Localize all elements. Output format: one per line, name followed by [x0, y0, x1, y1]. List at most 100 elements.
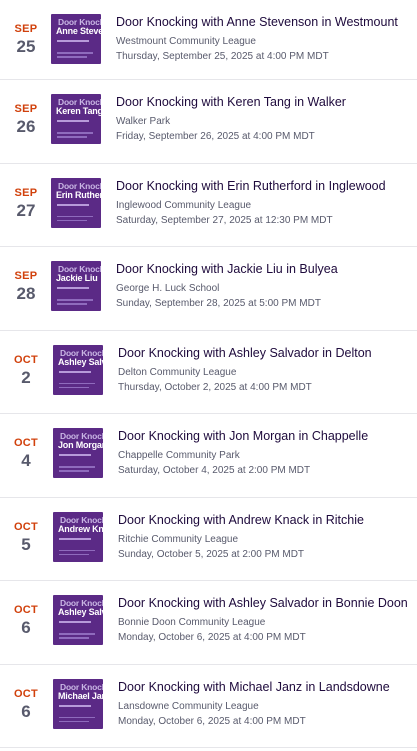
thumbnail-fine-print [59, 553, 89, 555]
event-thumbnail[interactable]: Door Knocking Keren Tang [51, 94, 101, 144]
event-venue: Inglewood Community League [116, 199, 252, 211]
thumbnail-fine-print [59, 720, 89, 722]
event-venue: George H. Luck School [116, 283, 220, 294]
event-card[interactable]: SEP 28 Door Knocking Jackie Liu Door Kno… [0, 247, 417, 331]
thumbnail-fine-print [59, 382, 95, 384]
event-card[interactable]: OCT 5 Door Knocking Andrew Knack Door Kn… [0, 498, 417, 581]
event-month: OCT [13, 353, 39, 366]
event-title[interactable]: Door Knocking with Jackie Liu in Bulyea [116, 261, 338, 277]
event-datetime: Thursday, October 2, 2025 at 4:00 PM MDT [118, 381, 312, 393]
event-date: SEP 27 [0, 164, 52, 221]
event-card[interactable]: SEP 27 Door Knocking Erin Rutherford Doo… [0, 164, 417, 247]
event-list: SEP 25 Door Knocking Anne Stevenson Door… [0, 0, 417, 748]
event-info: Door Knocking with Ashley Salvador in De… [118, 345, 372, 394]
event-thumbnail[interactable]: Door Knocking Ashley Salvador [53, 595, 103, 645]
thumbnail-name: Anne Stevenson [56, 26, 101, 36]
event-card[interactable]: SEP 25 Door Knocking Anne Stevenson Door… [0, 0, 417, 80]
event-date: SEP 26 [0, 80, 52, 137]
thumbnail-name: Erin Rutherford [56, 189, 101, 200]
thumbnail-name: Ashley Salvador [58, 356, 103, 367]
event-info: Door Knocking with Anne Stevenson in Wes… [116, 14, 398, 63]
event-month: SEP [14, 103, 38, 115]
thumbnail-accent-bar [57, 120, 89, 122]
event-day: 4 [21, 451, 31, 470]
event-day: 6 [21, 618, 31, 637]
event-info: Door Knocking with Ashley Salvador in Bo… [118, 595, 408, 644]
event-month: SEP [14, 270, 38, 282]
event-title[interactable]: Door Knocking with Keren Tang in Walker [116, 94, 346, 110]
event-day: 5 [21, 534, 31, 554]
event-card[interactable]: OCT 6 Door Knocking Ashley Salvador Door… [0, 581, 417, 665]
event-info: Door Knocking with Keren Tang in Walker … [116, 94, 346, 143]
thumbnail-fine-print [59, 633, 95, 635]
event-venue: Walker Park [116, 116, 171, 127]
event-datetime: Sunday, October 5, 2025 at 2:00 PM MDT [118, 548, 305, 560]
thumbnail-name: Andrew Knack [58, 523, 103, 534]
event-card[interactable]: OCT 2 Door Knocking Ashley Salvador Door… [0, 331, 417, 414]
event-thumbnail[interactable]: Door Knocking Anne Stevenson [51, 14, 101, 64]
event-day: 27 [16, 200, 36, 220]
event-datetime: Saturday, October 4, 2025 at 2:00 PM MDT [118, 465, 311, 476]
event-title[interactable]: Door Knocking with Erin Rutherford in In… [116, 178, 386, 194]
thumbnail-fine-print [59, 549, 95, 551]
event-info: Door Knocking with Andrew Knack in Ritch… [118, 512, 364, 561]
thumbnail-name: Michael Janz [58, 690, 103, 701]
event-venue: Ritchie Community League [118, 533, 239, 545]
event-month: OCT [13, 604, 39, 616]
event-thumbnail[interactable]: Door Knocking Erin Rutherford [51, 177, 101, 228]
thumbnail-fine-print [59, 386, 89, 388]
event-datetime: Monday, October 6, 2025 at 4:00 PM MDT [118, 715, 306, 727]
event-month: SEP [14, 186, 38, 199]
event-datetime: Sunday, September 28, 2025 at 5:00 PM MD… [116, 298, 321, 309]
event-month: OCT [13, 520, 39, 533]
thumbnail-name: Jackie Liu [56, 273, 98, 283]
event-month: OCT [13, 437, 39, 449]
thumbnail-accent-bar [59, 370, 91, 373]
thumbnail-accent-bar [57, 40, 89, 42]
thumbnail-accent-bar [59, 704, 91, 707]
event-datetime: Thursday, September 25, 2025 at 4:00 PM … [116, 51, 329, 62]
event-day: 26 [16, 117, 36, 136]
thumbnail-name: Jon Morgan [58, 440, 103, 450]
thumbnail-fine-print [59, 466, 95, 468]
event-date: OCT 4 [0, 414, 52, 471]
thumbnail-accent-bar [59, 537, 91, 540]
event-date: OCT 6 [0, 581, 52, 638]
thumbnail-name: Keren Tang [56, 106, 101, 116]
event-thumbnail[interactable]: Door Knocking Jon Morgan [53, 428, 103, 478]
thumbnail-fine-print [57, 299, 93, 301]
event-thumbnail[interactable]: Door Knocking Ashley Salvador [53, 344, 103, 395]
event-thumbnail[interactable]: Door Knocking Michael Janz [53, 678, 103, 729]
event-info: Door Knocking with Jon Morgan in Chappel… [118, 428, 368, 477]
thumbnail-fine-print [59, 637, 89, 639]
thumbnail-accent-bar [57, 287, 89, 289]
event-venue: Chappelle Community Park [118, 450, 240, 461]
event-title[interactable]: Door Knocking with Michael Janz in Lands… [118, 679, 390, 695]
event-title[interactable]: Door Knocking with Jon Morgan in Chappel… [118, 428, 368, 444]
event-venue: Delton Community League [118, 366, 237, 378]
event-card[interactable]: OCT 6 Door Knocking Michael Janz Door Kn… [0, 665, 417, 748]
event-thumbnail[interactable]: Door Knocking Jackie Liu [51, 261, 101, 311]
event-title[interactable]: Door Knocking with Ashley Salvador in Bo… [118, 595, 408, 611]
event-title[interactable]: Door Knocking with Ashley Salvador in De… [118, 345, 372, 361]
event-datetime: Saturday, September 27, 2025 at 12:30 PM… [116, 214, 333, 226]
thumbnail-fine-print [57, 303, 87, 305]
thumbnail-name: Ashley Salvador [58, 607, 103, 617]
event-date: SEP 25 [0, 0, 52, 57]
event-title[interactable]: Door Knocking with Andrew Knack in Ritch… [118, 512, 364, 528]
event-card[interactable]: SEP 26 Door Knocking Keren Tang Door Kno… [0, 80, 417, 164]
event-thumbnail[interactable]: Door Knocking Andrew Knack [53, 511, 103, 562]
event-day: 2 [21, 367, 31, 387]
event-day: 6 [21, 701, 31, 721]
thumbnail-fine-print [57, 132, 93, 134]
event-date: OCT 5 [0, 498, 52, 555]
thumbnail-fine-print [57, 136, 87, 138]
event-card[interactable]: OCT 4 Door Knocking Jon Morgan Door Knoc… [0, 414, 417, 498]
event-day: 25 [16, 37, 36, 56]
event-day: 28 [16, 284, 36, 303]
thumbnail-fine-print [59, 470, 89, 472]
event-title[interactable]: Door Knocking with Anne Stevenson in Wes… [116, 14, 398, 30]
event-venue: Bonnie Doon Community League [118, 617, 266, 628]
thumbnail-accent-bar [59, 621, 91, 623]
event-month: SEP [14, 23, 38, 35]
